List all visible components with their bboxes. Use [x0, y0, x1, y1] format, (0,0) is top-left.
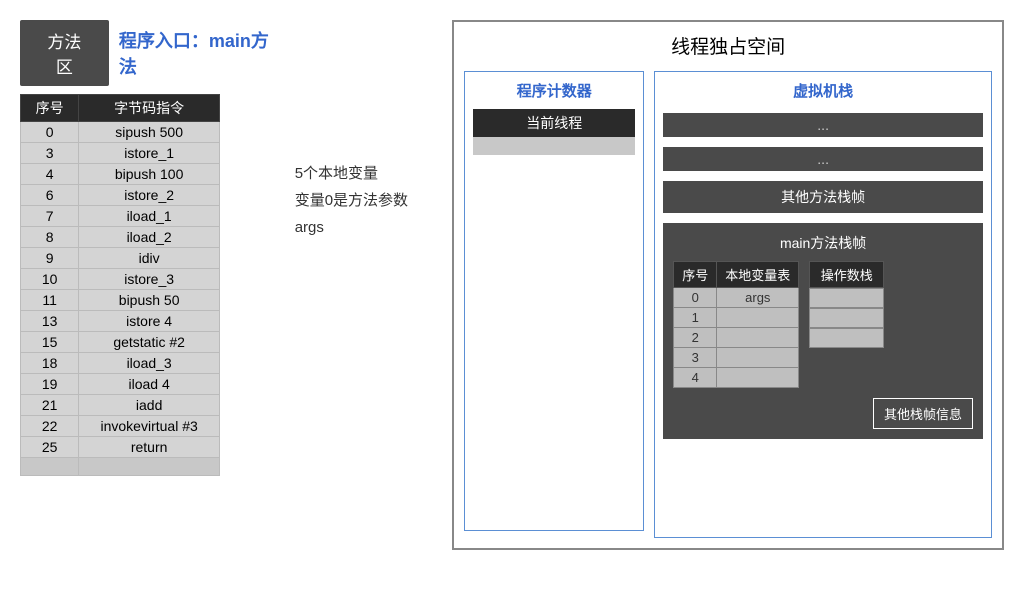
thread-exclusive-space: 线程独占空间 程序计数器 当前线程 虚拟机栈 ... ... 其他方法栈帧 ma… [452, 20, 1004, 550]
vm-stack-title: 虚拟机栈 [663, 80, 983, 101]
table-row: 10istore_3 [21, 269, 220, 290]
pc-title: 程序计数器 [473, 80, 635, 101]
main-method-frame: main方法栈帧 序号 本地变量表 0args 1 [663, 223, 983, 439]
vm-stack: 虚拟机栈 ... ... 其他方法栈帧 main方法栈帧 序号 本地变量表 [654, 71, 992, 538]
lv-row: 3 [674, 348, 799, 368]
op-stack-row [809, 328, 884, 348]
lv-col-seq: 序号 [674, 262, 717, 288]
table-row: 7iload_1 [21, 206, 220, 227]
other-frame-info: 其他栈帧信息 [873, 398, 973, 429]
table-row: 8iload_2 [21, 227, 220, 248]
table-row: 0sipush 500 [21, 122, 220, 143]
op-stack-row [809, 308, 884, 328]
table-row: 19iload 4 [21, 374, 220, 395]
lv-row: 1 [674, 308, 799, 328]
table-row: 21iadd [21, 395, 220, 416]
table-row: 6istore_2 [21, 185, 220, 206]
table-row: 9idiv [21, 248, 220, 269]
op-stack-header: 操作数栈 [809, 261, 884, 288]
table-row: 4bipush 100 [21, 164, 220, 185]
operand-stack: 操作数栈 [809, 261, 884, 348]
lv-row: 0args [674, 288, 799, 308]
entry-point-label: 程序入口：main方法 [119, 27, 280, 79]
table-row: 13istore 4 [21, 311, 220, 332]
table-row: 18iload_3 [21, 353, 220, 374]
table-row-empty [21, 458, 220, 476]
bytecode-table: 序号 字节码指令 0sipush 500 3istore_1 4bipush 1… [20, 94, 220, 476]
other-method-frame: 其他方法栈帧 [663, 181, 983, 213]
stack-ellipsis: ... [663, 147, 983, 171]
lv-row: 2 [674, 328, 799, 348]
method-area-label: 方法区 [20, 20, 109, 86]
pc-empty-row [473, 137, 635, 155]
op-stack-row [809, 288, 884, 308]
program-counter: 程序计数器 当前线程 [464, 71, 644, 531]
col-seq: 序号 [21, 95, 79, 122]
side-annotation: 5个本地变量 变量0是方法参数args [295, 160, 433, 241]
table-row: 25return [21, 437, 220, 458]
stack-ellipsis: ... [663, 113, 983, 137]
table-row: 3istore_1 [21, 143, 220, 164]
lv-row: 4 [674, 368, 799, 388]
table-row: 22invokevirtual #3 [21, 416, 220, 437]
lv-col-name: 本地变量表 [717, 262, 799, 288]
col-instr: 字节码指令 [79, 95, 220, 122]
main-frame-title: main方法栈帧 [673, 233, 973, 253]
current-thread-row: 当前线程 [473, 109, 635, 137]
table-row: 11bipush 50 [21, 290, 220, 311]
table-row: 15getstatic #2 [21, 332, 220, 353]
thread-space-title: 线程独占空间 [464, 32, 992, 59]
local-variable-table: 序号 本地变量表 0args 1 2 3 4 [673, 261, 799, 388]
